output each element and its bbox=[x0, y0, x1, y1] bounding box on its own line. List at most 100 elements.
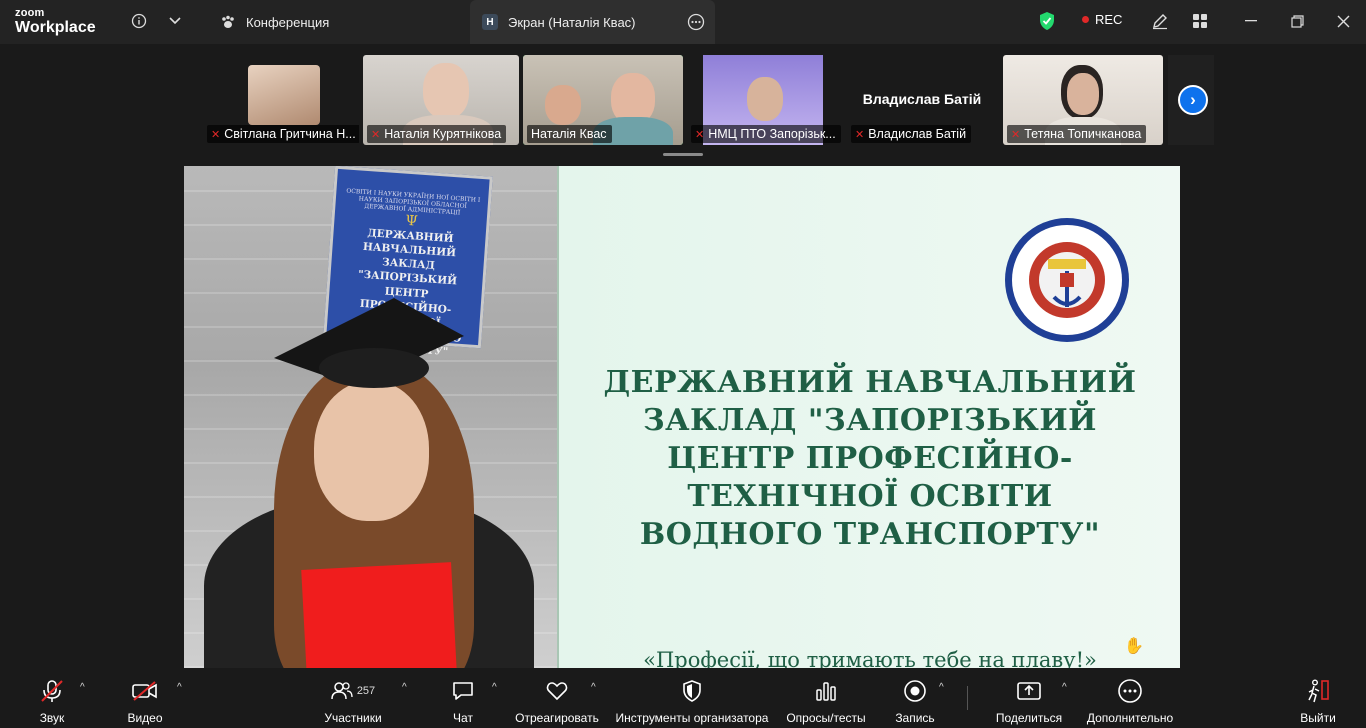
audio-button[interactable]: Звук bbox=[30, 668, 74, 728]
paw-icon bbox=[220, 14, 236, 30]
restore-icon[interactable] bbox=[1286, 10, 1308, 32]
participant-name: Тетяна Топичканова bbox=[1024, 127, 1142, 141]
audio-options-caret[interactable]: ^ bbox=[80, 682, 85, 693]
raised-hand-cursor-icon: ✋ bbox=[1124, 638, 1144, 655]
tab-conference[interactable]: Конференция bbox=[214, 0, 341, 44]
polls-label: Опросы/тесты bbox=[786, 711, 866, 725]
more-icon[interactable] bbox=[687, 13, 705, 31]
more-label: Дополнительно bbox=[1086, 711, 1174, 725]
more-button[interactable]: Дополнительно bbox=[1084, 668, 1176, 728]
tab-screen-share[interactable]: Н Экран (Наталія Квас) bbox=[470, 0, 715, 44]
participants-button[interactable]: 257 Участники bbox=[320, 668, 386, 728]
leave-button[interactable]: Выйти bbox=[1298, 668, 1338, 728]
tab-badge: Н bbox=[482, 14, 498, 30]
shared-screen: ОСВІТИ І НАУКИ УКРАЇНИ НОЇ ОСВІТИ І НАУК… bbox=[184, 166, 1180, 668]
chat-button[interactable]: Чат bbox=[446, 668, 480, 728]
info-icon[interactable] bbox=[128, 10, 150, 32]
meeting-toolbar: Звук ^ Видео ^ 257 Участники ^ Чат ^ Отр… bbox=[0, 668, 1366, 728]
more-icon bbox=[1117, 678, 1143, 704]
participants-options-caret[interactable]: ^ bbox=[402, 682, 407, 693]
logo-line1: zoom bbox=[15, 7, 45, 19]
video-label: Видео bbox=[127, 711, 163, 725]
chat-options-caret[interactable]: ^ bbox=[492, 682, 497, 693]
mic-muted-icon: ✕ bbox=[1011, 128, 1021, 141]
record-icon bbox=[903, 678, 927, 704]
mic-muted-icon: ✕ bbox=[695, 128, 705, 141]
apps-grid-icon[interactable] bbox=[1189, 10, 1211, 32]
participant-name-tag: Наталія Квас bbox=[527, 125, 612, 143]
record-options-caret[interactable]: ^ bbox=[939, 682, 944, 693]
presentation-slide: ДЕРЖАВНИЙ НАВЧАЛЬНИЙ ЗАКЛАД "ЗАПОРІЗЬКИЙ… bbox=[557, 166, 1180, 668]
record-button[interactable]: Запись bbox=[892, 668, 938, 728]
leave-label: Выйти bbox=[1300, 711, 1336, 725]
video-button[interactable]: Видео bbox=[122, 668, 168, 728]
participant-name: Наталія Курятнікова bbox=[384, 127, 502, 141]
shield-icon bbox=[681, 678, 703, 704]
slide-title: ДЕРЖАВНИЙ НАВЧАЛЬНИЙ ЗАКЛАД "ЗАПОРІЗЬКИЙ… bbox=[603, 365, 1137, 552]
zoom-logo: zoom Workplace bbox=[15, 8, 96, 36]
participant-name-tag: ✕ Тетяна Топичканова bbox=[1007, 125, 1147, 143]
participant-name-tag: ✕ Наталія Курятнікова bbox=[367, 125, 507, 143]
record-label: Запись bbox=[895, 711, 935, 725]
participant-name: Світлана Гритчина Н... bbox=[224, 127, 356, 141]
audio-label: Звук bbox=[39, 711, 65, 725]
rec-label: REC bbox=[1095, 12, 1123, 27]
chat-icon bbox=[451, 678, 475, 704]
tab-screen-share-label: Экран (Наталія Квас) bbox=[508, 14, 636, 30]
participant-name: Наталія Квас bbox=[531, 127, 607, 141]
polls-button[interactable]: Опросы/тесты bbox=[783, 668, 869, 728]
strip-drag-handle[interactable] bbox=[663, 153, 703, 156]
institution-emblem bbox=[1005, 218, 1129, 342]
participant-name-tag: ✕ Світлана Гритчина Н... bbox=[207, 125, 359, 143]
participants-icon: 257 bbox=[331, 678, 375, 704]
video-options-caret[interactable]: ^ bbox=[177, 682, 182, 693]
rec-dot-icon bbox=[1082, 16, 1089, 23]
tab-conference-label: Конференция bbox=[246, 14, 330, 30]
react-options-caret[interactable]: ^ bbox=[591, 682, 596, 693]
pencil-icon[interactable] bbox=[1149, 10, 1171, 32]
participant-tile[interactable]: ✕ НМЦ ПТО Запорізьк... bbox=[687, 55, 843, 145]
host-tools-label: Инструменты организатора bbox=[615, 711, 769, 725]
mic-muted-icon bbox=[39, 678, 65, 704]
anchor-emblem-icon bbox=[1029, 242, 1105, 318]
chevron-down-icon[interactable] bbox=[164, 10, 186, 32]
participants-count: 257 bbox=[356, 685, 376, 697]
red-folder bbox=[301, 562, 457, 668]
participant-name: НМЦ ПТО Запорізьк... bbox=[708, 127, 836, 141]
shield-check-icon[interactable] bbox=[1036, 10, 1058, 32]
shared-photo: ОСВІТИ І НАУКИ УКРАЇНИ НОЇ ОСВІТИ І НАУК… bbox=[184, 166, 557, 668]
toolbar-divider bbox=[967, 686, 968, 710]
participant-display-name: Владислав Батій bbox=[862, 91, 982, 107]
share-screen-icon bbox=[1016, 678, 1042, 704]
share-screen-button[interactable]: Поделиться bbox=[994, 668, 1064, 728]
title-bar: zoom Workplace Конференция Н Экран (Ната… bbox=[0, 0, 1366, 44]
react-label: Отреагировать bbox=[515, 711, 599, 725]
share-label: Поделиться bbox=[995, 711, 1063, 725]
host-tools-button[interactable]: Инструменты организатора bbox=[612, 668, 772, 728]
face bbox=[314, 381, 429, 521]
participant-strip: ✕ Світлана Гритчина Н... ✕ Наталія Курятні… bbox=[0, 55, 1366, 145]
participant-tile[interactable]: Владислав Батій ✕ Владислав Батій bbox=[847, 55, 997, 145]
share-options-caret[interactable]: ^ bbox=[1062, 682, 1067, 693]
logo-line2: Workplace bbox=[15, 19, 96, 36]
minimize-icon[interactable] bbox=[1240, 10, 1262, 32]
chevron-right-icon: › bbox=[1190, 90, 1196, 109]
slide-motto: «Професії, що тримають тебе на плаву!» bbox=[643, 648, 1097, 668]
chat-label: Чат bbox=[453, 711, 473, 725]
next-page-button[interactable]: › bbox=[1178, 85, 1208, 115]
participant-tile[interactable]: ✕ Тетяна Топичканова bbox=[1003, 55, 1163, 145]
participant-tile[interactable]: ✕ Світлана Гритчина Н... bbox=[203, 55, 359, 145]
leave-icon bbox=[1305, 678, 1331, 704]
recording-indicator[interactable]: REC bbox=[1082, 12, 1122, 27]
close-icon[interactable] bbox=[1332, 10, 1354, 32]
heart-icon bbox=[545, 678, 569, 704]
participant-tile-active-speaker[interactable]: Наталія Квас bbox=[523, 55, 683, 145]
participant-tile[interactable]: ✕ Наталія Курятнікова bbox=[363, 55, 519, 145]
mic-muted-icon: ✕ bbox=[211, 128, 221, 141]
react-button[interactable]: Отреагировать bbox=[512, 668, 602, 728]
participant-name-tag: ✕ НМЦ ПТО Запорізьк... bbox=[691, 125, 841, 143]
poll-chart-icon bbox=[814, 678, 838, 704]
mic-muted-icon: ✕ bbox=[855, 128, 865, 141]
mic-muted-icon: ✕ bbox=[371, 128, 381, 141]
graduation-cap-icon bbox=[274, 298, 464, 388]
